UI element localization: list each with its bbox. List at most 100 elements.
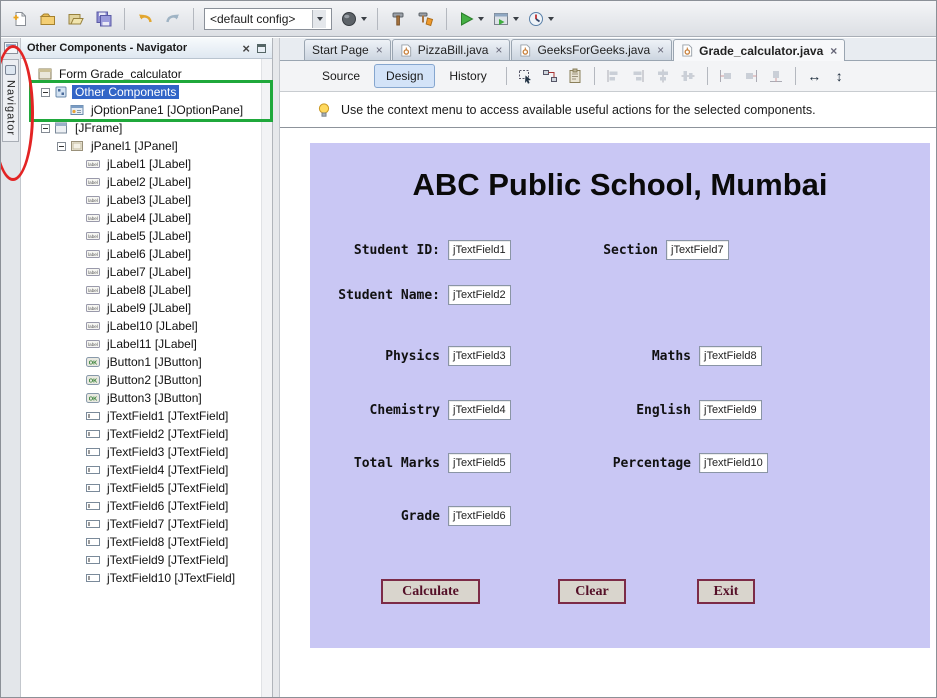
tree-node[interactable]: OKjButton3 [JButton] <box>25 389 272 407</box>
config-dropdown[interactable]: <default config> <box>204 8 332 30</box>
jlabel-component[interactable]: English <box>543 403 691 418</box>
jlabel-component[interactable]: Grade <box>310 509 440 524</box>
collapse-handle-icon[interactable] <box>41 124 50 133</box>
tree-node[interactable]: labeljLabel1 [JLabel] <box>25 155 272 173</box>
jlabel-component[interactable]: Maths <box>543 349 691 364</box>
tree-node[interactable]: OKjButton1 [JButton] <box>25 353 272 371</box>
tree-node[interactable]: jTextField1 [JTextField] <box>25 407 272 425</box>
jtextfield-component[interactable]: jTextField5 <box>448 453 511 473</box>
tree-node[interactable]: Form Grade_calculator <box>25 65 272 83</box>
minimized-window-icon[interactable] <box>4 42 18 54</box>
dropdown-caret-icon[interactable] <box>513 17 519 21</box>
jlabel-component[interactable]: Physics <box>310 349 440 364</box>
align-right-icon[interactable] <box>627 65 650 88</box>
close-tab-icon[interactable]: × <box>830 44 837 58</box>
jtextfield-component[interactable]: jTextField7 <box>666 240 729 260</box>
tree-node[interactable]: jTextField7 [JTextField] <box>25 515 272 533</box>
anchor-right-icon[interactable] <box>740 65 763 88</box>
tree-node[interactable]: jTextField6 [JTextField] <box>25 497 272 515</box>
close-tab-icon[interactable]: × <box>376 43 383 57</box>
tree-node[interactable]: jOptionPane1 [JOptionPane] <box>25 101 272 119</box>
tree-node[interactable]: labeljLabel9 [JLabel] <box>25 299 272 317</box>
anchor-bottom-icon[interactable] <box>765 65 788 88</box>
tree-node[interactable]: Other Components <box>25 83 272 101</box>
redo-icon[interactable] <box>160 6 186 32</box>
close-tab-icon[interactable]: × <box>657 43 664 57</box>
jtextfield-component[interactable]: jTextField6 <box>448 506 511 526</box>
panel-splitter[interactable] <box>273 38 280 697</box>
tree-node[interactable]: jTextField9 [JTextField] <box>25 551 272 569</box>
float-window-icon[interactable] <box>257 44 266 53</box>
tree-node[interactable]: jTextField10 [JTextField] <box>25 569 272 587</box>
tab-pizzabill-java[interactable]: PizzaBill.java× <box>392 39 511 60</box>
jtextfield-component[interactable]: jTextField2 <box>448 285 511 305</box>
save-all-icon[interactable] <box>91 6 117 32</box>
jtextfield-component[interactable]: jTextField9 <box>699 400 762 420</box>
close-icon[interactable]: × <box>242 42 250 55</box>
tree-node[interactable]: labeljLabel3 [JLabel] <box>25 191 272 209</box>
jtextfield-component[interactable]: jTextField4 <box>448 400 511 420</box>
jtextfield-component[interactable]: jTextField10 <box>699 453 768 473</box>
selection-mode-icon[interactable] <box>514 65 537 88</box>
new-file-icon[interactable] <box>7 6 33 32</box>
tab-start-page[interactable]: Start Page× <box>304 39 391 60</box>
jlabel-component[interactable]: Total Marks <box>310 456 440 471</box>
tree-node[interactable]: jTextField5 [JTextField] <box>25 479 272 497</box>
jtextfield-component[interactable]: jTextField1 <box>448 240 511 260</box>
undo-icon[interactable] <box>132 6 158 32</box>
profile-project-icon[interactable] <box>524 6 557 32</box>
tab-geeksforgeeks-java[interactable]: GeeksForGeeks.java× <box>511 39 672 60</box>
jlabel-component[interactable]: Section <box>510 243 658 258</box>
design-canvas[interactable]: ABC Public School, Mumbai Student ID: jTe… <box>280 128 936 697</box>
view-toggle-design[interactable]: Design <box>374 64 435 88</box>
navigator-vertical-tab[interactable]: Navigator <box>2 59 19 142</box>
jlabel-component[interactable]: Student ID: <box>310 243 440 258</box>
close-tab-icon[interactable]: × <box>495 43 502 57</box>
open-project-icon[interactable] <box>63 6 89 32</box>
run-project-icon[interactable] <box>454 6 487 32</box>
preview-design-icon[interactable] <box>564 65 587 88</box>
collapse-handle-icon[interactable] <box>57 142 66 151</box>
tree-node[interactable]: [JFrame] <box>25 119 272 137</box>
jbutton-clear[interactable]: Clear <box>558 579 626 604</box>
jtextfield-component[interactable]: jTextField3 <box>448 346 511 366</box>
tree-node[interactable]: labeljLabel4 [JLabel] <box>25 209 272 227</box>
tree-node[interactable]: labeljLabel2 [JLabel] <box>25 173 272 191</box>
dropdown-caret-icon[interactable] <box>361 17 367 21</box>
view-toggle-history[interactable]: History <box>437 64 498 88</box>
jlabel-component[interactable]: Student Name: <box>310 288 440 303</box>
tree-node[interactable]: jTextField8 [JTextField] <box>25 533 272 551</box>
jbutton-calculate[interactable]: Calculate <box>381 579 480 604</box>
view-toggle-source[interactable]: Source <box>310 64 372 88</box>
tree-node[interactable]: labeljLabel6 [JLabel] <box>25 245 272 263</box>
tree-node[interactable]: labeljLabel5 [JLabel] <box>25 227 272 245</box>
jtextfield-component[interactable]: jTextField8 <box>699 346 762 366</box>
resize-horizontal-icon[interactable]: ↔ <box>803 65 826 88</box>
tree-node[interactable]: OKjButton2 [JButton] <box>25 371 272 389</box>
tree-node[interactable]: labeljLabel10 [JLabel] <box>25 317 272 335</box>
debug-project-icon[interactable] <box>489 6 522 32</box>
tree-node[interactable]: jTextField2 [JTextField] <box>25 425 272 443</box>
dropdown-caret-icon[interactable] <box>478 17 484 21</box>
dropdown-caret-icon[interactable] <box>312 10 326 28</box>
anchor-left-icon[interactable] <box>715 65 738 88</box>
tree-node[interactable]: jTextField3 [JTextField] <box>25 443 272 461</box>
form-title-label[interactable]: ABC Public School, Mumbai <box>310 167 930 203</box>
collapse-handle-icon[interactable] <box>41 88 50 97</box>
build-project-icon[interactable] <box>385 6 411 32</box>
tree-node[interactable]: labeljLabel7 [JLabel] <box>25 263 272 281</box>
align-center-vertical-icon[interactable] <box>677 65 700 88</box>
align-left-icon[interactable] <box>602 65 625 88</box>
resize-vertical-icon[interactable]: ↕ <box>828 65 851 88</box>
jpanel1-design-surface[interactable]: ABC Public School, Mumbai Student ID: jTe… <box>310 143 930 648</box>
align-center-horizontal-icon[interactable] <box>652 65 675 88</box>
tree-node[interactable]: jTextField4 [JTextField] <box>25 461 272 479</box>
tree-node[interactable]: labeljLabel11 [JLabel] <box>25 335 272 353</box>
tab-grade-calculator-java[interactable]: Grade_calculator.java× <box>673 39 845 61</box>
clean-build-icon[interactable] <box>413 6 439 32</box>
tree-node[interactable]: labeljLabel8 [JLabel] <box>25 281 272 299</box>
set-main-project-icon[interactable] <box>337 6 370 32</box>
tree-scrollbar[interactable] <box>261 59 272 697</box>
jlabel-component[interactable]: Percentage <box>543 456 691 471</box>
new-project-icon[interactable] <box>35 6 61 32</box>
